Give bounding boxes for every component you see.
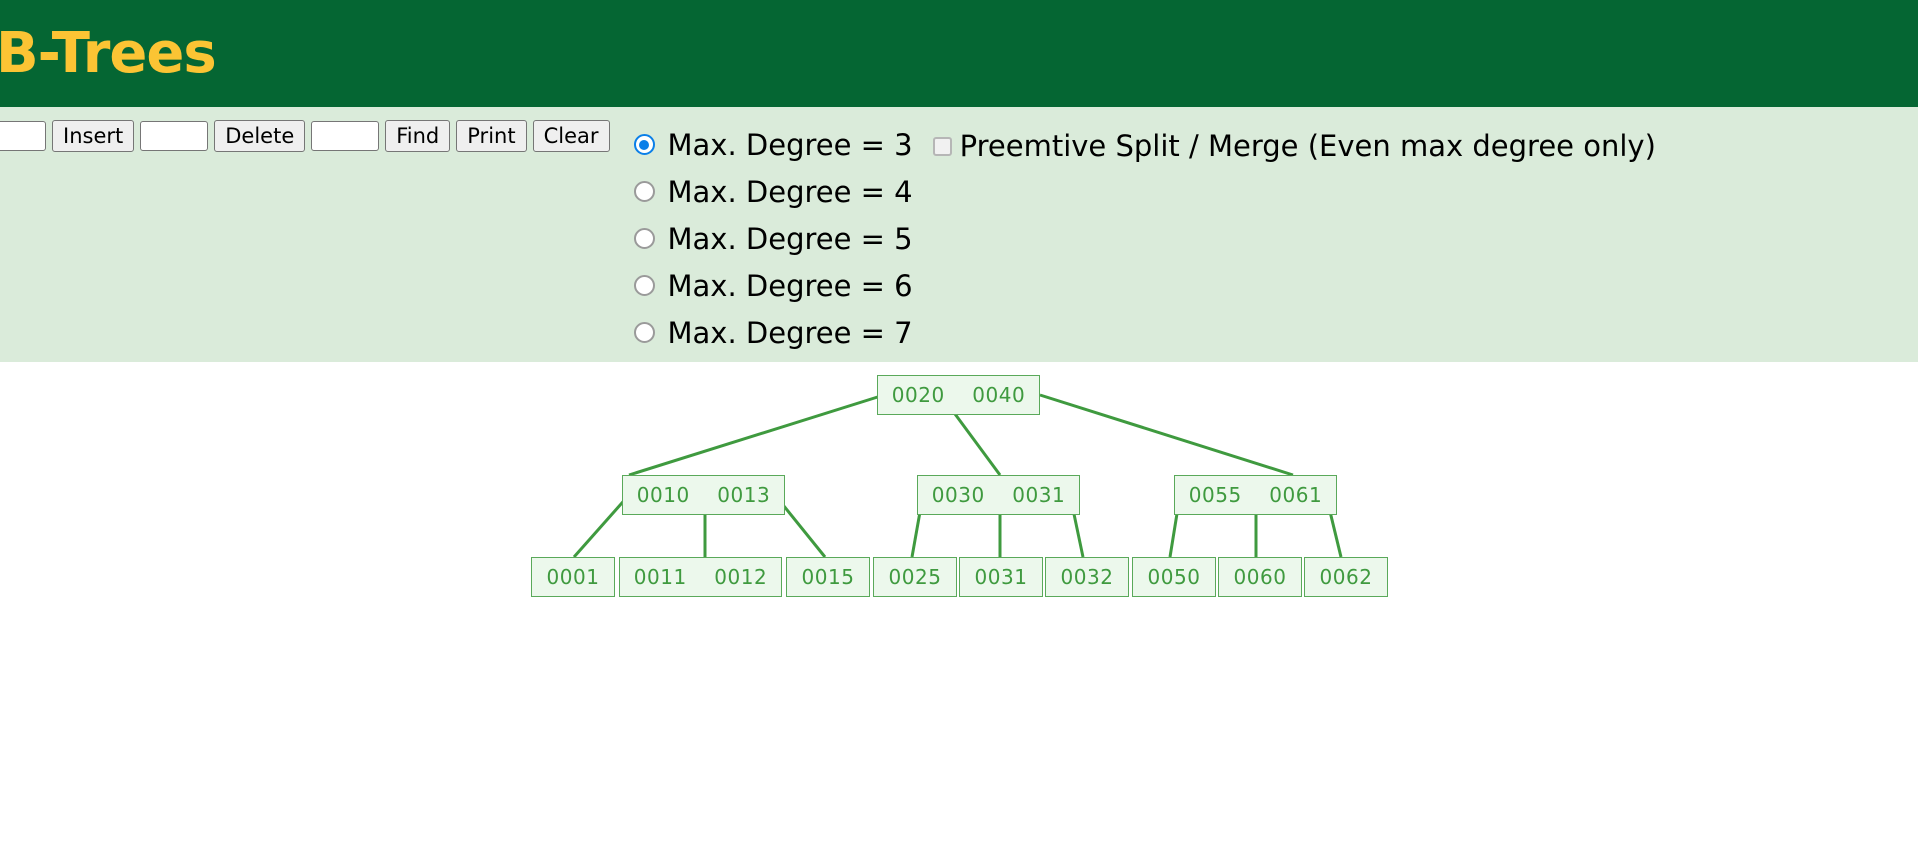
btree-node-leaf-7[interactable]: 0050 bbox=[1132, 557, 1216, 597]
radio-label-degree-3[interactable]: Max. Degree = 3 bbox=[668, 128, 913, 162]
radio-option-degree-5[interactable]: Max. Degree = 5 bbox=[633, 215, 913, 262]
node-key: 0032 bbox=[1060, 565, 1114, 589]
preemptive-split-merge-checkbox[interactable] bbox=[932, 136, 952, 156]
btree-node-leaf-8[interactable]: 0060 bbox=[1218, 557, 1302, 597]
find-input[interactable] bbox=[311, 121, 380, 151]
node-key: 0062 bbox=[1319, 565, 1373, 589]
radio-label-degree-5[interactable]: Max. Degree = 5 bbox=[668, 222, 913, 256]
radio-button-degree-6[interactable] bbox=[633, 275, 655, 296]
radio-button-degree-7[interactable] bbox=[633, 322, 655, 343]
insert-input[interactable] bbox=[0, 121, 46, 151]
node-key: 0050 bbox=[1147, 565, 1201, 589]
edge-root-to-n1 bbox=[628, 393, 885, 477]
btree-node-leaf-3[interactable]: 0015 bbox=[786, 557, 870, 597]
radio-button-degree-5[interactable] bbox=[633, 228, 655, 249]
btree-node-leaf-6[interactable]: 0032 bbox=[1045, 557, 1129, 597]
btree-node-leaf-4[interactable]: 0025 bbox=[873, 557, 957, 597]
node-key: 0055 bbox=[1188, 483, 1242, 507]
preemptive-split-merge-label[interactable]: Preemtive Split / Merge (Even max degree… bbox=[960, 129, 1656, 163]
node-key: 0061 bbox=[1269, 483, 1323, 507]
radio-label-degree-4[interactable]: Max. Degree = 4 bbox=[668, 175, 913, 209]
max-degree-radio-group: Max. Degree = 3 Max. Degree = 4 Max. Deg… bbox=[633, 120, 913, 356]
delete-input[interactable] bbox=[140, 121, 209, 151]
page-title: B-Trees bbox=[0, 20, 217, 86]
control-row: Insert Delete Find Print Clear Max. Degr… bbox=[0, 107, 1918, 356]
radio-option-degree-6[interactable]: Max. Degree = 6 bbox=[633, 262, 913, 309]
radio-button-degree-4[interactable] bbox=[633, 181, 655, 202]
node-key: 0012 bbox=[714, 565, 768, 589]
node-key: 0015 bbox=[801, 565, 855, 589]
btree-node-root[interactable]: 0020 0040 bbox=[877, 375, 1040, 415]
print-button[interactable]: Print bbox=[456, 120, 527, 152]
btree-node-internal-1[interactable]: 0010 0013 bbox=[622, 475, 785, 515]
node-key: 0031 bbox=[974, 565, 1028, 589]
tree-edges bbox=[572, 393, 1343, 558]
radio-button-degree-3[interactable] bbox=[633, 134, 655, 155]
radio-option-degree-3[interactable]: Max. Degree = 3 bbox=[633, 121, 913, 168]
clear-button[interactable]: Clear bbox=[532, 120, 610, 152]
btree-node-leaf-9[interactable]: 0062 bbox=[1304, 557, 1388, 597]
node-key: 0031 bbox=[1012, 483, 1066, 507]
node-key: 0025 bbox=[888, 565, 942, 589]
node-key: 0010 bbox=[636, 483, 690, 507]
btree-node-internal-2[interactable]: 0030 0031 bbox=[917, 475, 1080, 515]
btree-node-leaf-1[interactable]: 0001 bbox=[531, 557, 615, 597]
btree-node-internal-3[interactable]: 0055 0061 bbox=[1174, 475, 1337, 515]
edge-n1-to-l1 bbox=[572, 494, 631, 558]
node-key: 0040 bbox=[972, 383, 1026, 407]
find-button[interactable]: Find bbox=[385, 120, 451, 152]
node-key: 0020 bbox=[891, 383, 945, 407]
title-banner: B-Trees bbox=[0, 0, 1918, 107]
node-key: 0030 bbox=[931, 483, 985, 507]
command-button-group: Insert Delete Find Print Clear bbox=[0, 120, 610, 152]
btree-node-leaf-2[interactable]: 0011 0012 bbox=[619, 557, 782, 597]
radio-option-degree-4[interactable]: Max. Degree = 4 bbox=[633, 168, 913, 215]
delete-button[interactable]: Delete bbox=[214, 120, 306, 152]
edge-root-to-n3 bbox=[1039, 393, 1294, 477]
radio-label-degree-7[interactable]: Max. Degree = 7 bbox=[668, 316, 913, 350]
btree-visualization-canvas: 0020 0040 0010 0013 0030 0031 0055 0061 … bbox=[0, 362, 1918, 852]
insert-button[interactable]: Insert bbox=[52, 120, 135, 152]
node-key: 0013 bbox=[717, 483, 771, 507]
radio-option-degree-7[interactable]: Max. Degree = 7 bbox=[633, 309, 913, 356]
node-key: 0001 bbox=[546, 565, 600, 589]
btree-node-leaf-5[interactable]: 0031 bbox=[959, 557, 1043, 597]
control-panel: Insert Delete Find Print Clear Max. Degr… bbox=[0, 107, 1918, 362]
node-key: 0060 bbox=[1233, 565, 1287, 589]
node-key: 0011 bbox=[633, 565, 687, 589]
radio-label-degree-6[interactable]: Max. Degree = 6 bbox=[668, 269, 913, 303]
preemptive-split-merge-option[interactable]: Preemtive Split / Merge (Even max degree… bbox=[932, 120, 1656, 163]
